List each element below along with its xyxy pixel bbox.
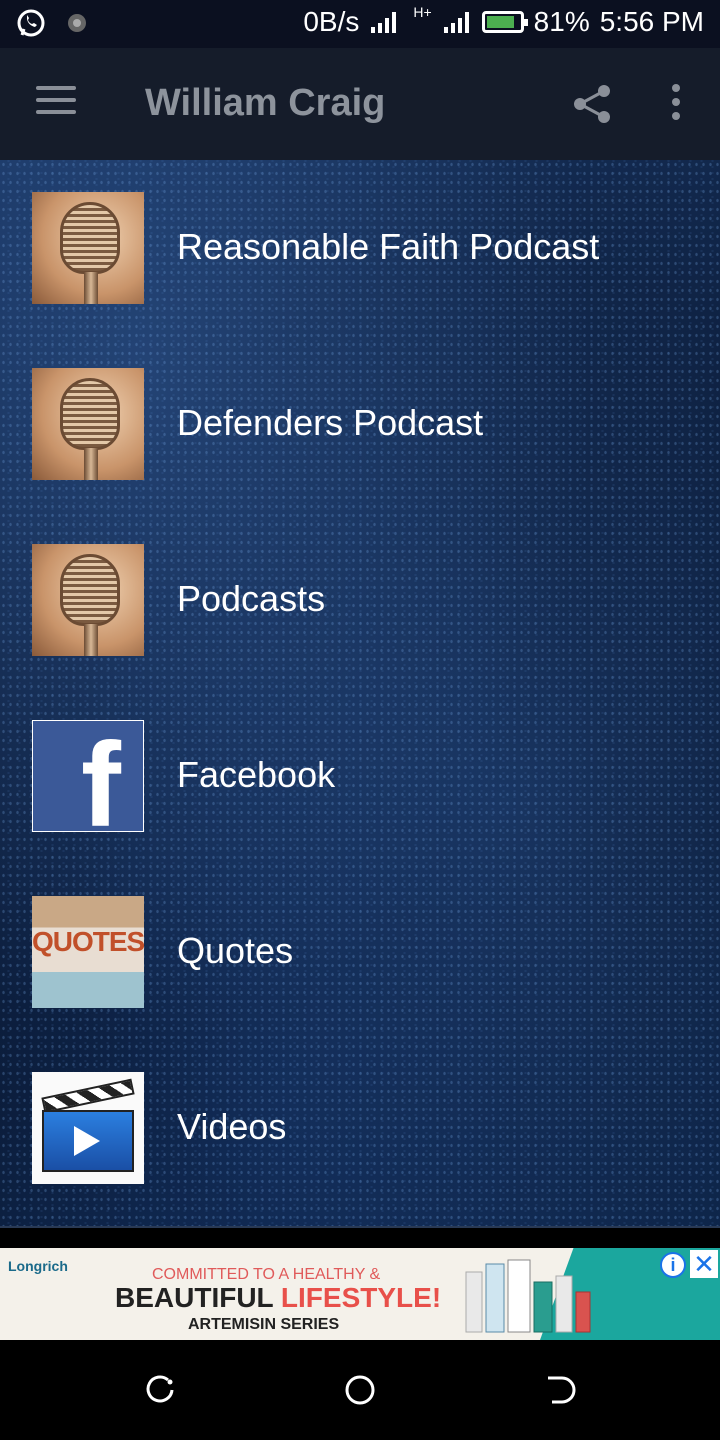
battery-percent: 81%: [533, 6, 590, 37]
ad-headline-part2: LIFESTYLE!: [280, 1282, 442, 1313]
more-icon[interactable]: [668, 84, 684, 124]
battery-icon: [481, 11, 528, 33]
ad-subline: ARTEMISIN SERIES: [188, 1316, 340, 1333]
ad-headline: BEAUTIFUL LIFESTYLE!: [115, 1282, 441, 1314]
list-item-label: Facebook: [177, 754, 336, 795]
status-left: [16, 8, 88, 38]
list-item-label: Videos: [177, 1106, 287, 1147]
ad-banner[interactable]: Longrich COMMITTED TO A HEALTHY & BEAUTI…: [0, 1248, 720, 1340]
facebook-icon: f: [32, 720, 144, 832]
status-bar: 0B/s H+ 81% 5:56 PM: [0, 0, 720, 48]
ad-info-icon[interactable]: i: [660, 1252, 686, 1278]
list-item-label: Defenders Podcast: [177, 402, 484, 443]
home-icon[interactable]: [344, 1374, 376, 1406]
quotes-icon: QUOTES: [32, 896, 144, 1008]
signal-icon-secondary: [443, 12, 469, 33]
notification-dot-icon: [68, 14, 86, 32]
back-icon[interactable]: [544, 1374, 576, 1406]
list-item-reasonable-faith-podcast[interactable]: Reasonable Faith Podcast: [0, 178, 720, 318]
whatsapp-icon: [17, 9, 45, 37]
video-clapper-icon: [32, 1072, 144, 1184]
list-item-defenders-podcast[interactable]: Defenders Podcast: [0, 354, 720, 494]
list-item-podcasts[interactable]: Podcasts: [0, 530, 720, 670]
share-icon[interactable]: [570, 82, 614, 126]
recent-apps-icon[interactable]: [144, 1374, 176, 1406]
list-item-label: Quotes: [177, 930, 294, 971]
ad-close-icon[interactable]: ✕: [690, 1250, 718, 1278]
network-speed: 0B/s: [303, 6, 360, 37]
list-item-label: Reasonable Faith Podcast: [177, 226, 600, 267]
divider: [0, 1226, 720, 1228]
menu-icon[interactable]: [36, 86, 76, 118]
ad-products-image: [465, 1259, 591, 1333]
system-nav-bar: [0, 1340, 720, 1440]
clock: 5:56 PM: [599, 6, 704, 37]
list-item-quotes[interactable]: QUOTES Quotes: [0, 882, 720, 1022]
microphone-icon: [32, 368, 144, 480]
list-item-videos[interactable]: Videos: [0, 1058, 720, 1198]
signal-icon: [371, 12, 397, 33]
menu-list: Reasonable Faith Podcast Defenders Podca…: [0, 160, 720, 1226]
page-title: William Craig: [145, 82, 386, 124]
list-item-facebook[interactable]: f Facebook: [0, 706, 720, 846]
microphone-icon: [32, 544, 144, 656]
ad-brand-logo: Longrich: [8, 1258, 68, 1274]
status-right: 0B/s H+ 81% 5:56 PM: [303, 4, 704, 38]
network-type: H+: [413, 4, 432, 20]
ad-headline-part1: BEAUTIFUL: [115, 1282, 281, 1313]
list-item-label: Podcasts: [177, 578, 326, 619]
app-bar: William Craig: [0, 48, 720, 160]
microphone-icon: [32, 192, 144, 304]
